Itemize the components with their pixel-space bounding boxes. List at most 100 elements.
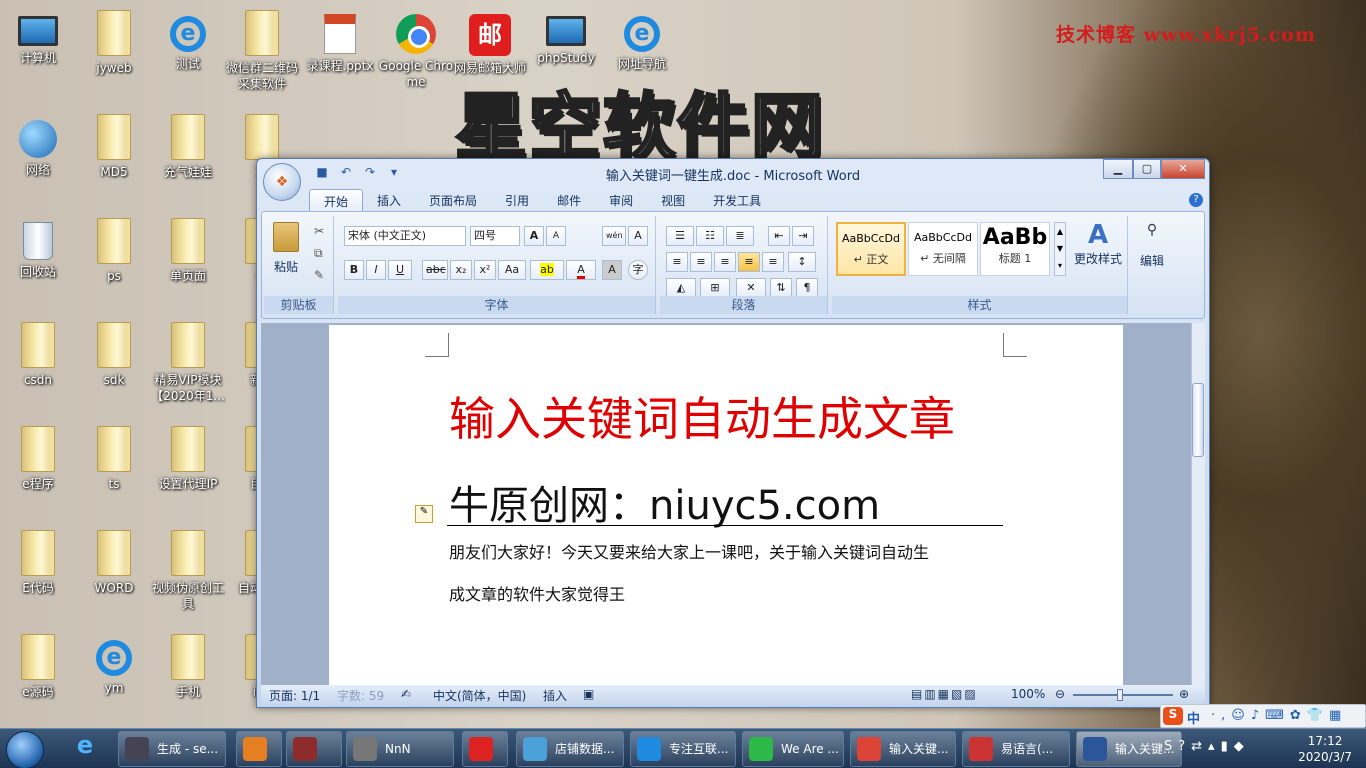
numbering-button[interactable]: ☷ [696, 226, 724, 246]
char-shading-button[interactable]: A [602, 260, 622, 280]
tab-home[interactable]: 开始 [309, 189, 364, 213]
underline-button[interactable]: U [388, 260, 412, 280]
sort-button[interactable]: ⇅ [770, 278, 792, 298]
shrink-font-button[interactable]: A [546, 226, 566, 246]
taskbar-item[interactable]: We Are ... [742, 731, 844, 767]
clock[interactable]: 17:12 2020/3/7 [1298, 733, 1352, 765]
document-page[interactable]: 输入关键词自动生成文章 ✎ 牛原创网：niuyc5.com 朋友们大家好！今天又… [329, 325, 1123, 685]
maximize-button[interactable]: ▢ [1133, 159, 1161, 179]
taskbar-item[interactable] [286, 731, 342, 767]
grow-font-button[interactable]: A [524, 226, 544, 246]
zoom-slider[interactable] [1073, 694, 1173, 696]
editing-button[interactable]: ⚲ 编辑 [1136, 222, 1168, 269]
char-border-button[interactable]: A [628, 226, 648, 246]
desktop-icon[interactable]: 设置代理IP [150, 420, 226, 520]
desktop-icon[interactable]: e ym [76, 628, 152, 720]
desktop-icon[interactable]: csdn [0, 316, 76, 416]
start-button[interactable] [6, 731, 44, 768]
tab-references[interactable]: 引用 [491, 189, 543, 213]
distributed-button[interactable]: ≡ [762, 252, 784, 272]
zoom-out-button[interactable]: ⊖ [1055, 687, 1065, 701]
taskbar-item[interactable] [236, 731, 282, 767]
desktop-icon[interactable]: E代码 [0, 524, 76, 624]
align-center-button[interactable]: ≡ [690, 252, 712, 272]
desktop-icon[interactable]: 邮网易邮箱大师 [452, 4, 528, 104]
tab-view[interactable]: 视图 [647, 189, 699, 213]
tab-developer[interactable]: 开发工具 [699, 189, 775, 213]
desktop-icon[interactable]: 充气娃娃 [150, 108, 226, 208]
desktop-icon[interactable]: e程序 [0, 420, 76, 520]
change-styles-button[interactable]: A 更改样式 [1070, 220, 1126, 284]
desktop-icon[interactable]: phpStudy [528, 4, 604, 104]
shading-button[interactable]: ◭ [666, 278, 696, 298]
chinese-layout-button[interactable]: ✕ [736, 278, 766, 298]
tray-icons[interactable]: S?⇄▴▮◆ [1164, 739, 1250, 754]
change-case-button[interactable]: Aa [498, 260, 526, 280]
tab-insert[interactable]: 插入 [363, 189, 415, 213]
document-subheading[interactable]: 牛原创网：niuyc5.com [449, 473, 880, 531]
font-name-select[interactable]: 宋体 (中文正文) [344, 226, 466, 246]
view-buttons[interactable]: ▤▥▦▧▨ [911, 687, 978, 701]
desktop-icon[interactable]: ts [76, 420, 152, 520]
style-no-spacing[interactable]: AaBbCcDd ↵ 无间隔 [908, 222, 978, 276]
taskbar-item[interactable]: 生成 - se... [118, 731, 226, 767]
desktop-icon[interactable]: jyweb [76, 4, 152, 104]
align-left-button[interactable]: ≡ [666, 252, 688, 272]
taskbar-item[interactable]: 易语言(... [962, 731, 1070, 767]
desktop-icon[interactable]: WORD [76, 524, 152, 624]
borders-button[interactable]: ⊞ [700, 278, 730, 298]
language-indicator[interactable]: 中文(简体，中国) [433, 687, 526, 704]
desktop-icon[interactable]: 计算机 [0, 4, 76, 104]
office-button[interactable]: ❖ [263, 163, 301, 201]
taskbar-item[interactable]: 输入关键... [850, 731, 956, 767]
phonetic-guide-button[interactable]: wén [602, 226, 626, 246]
desktop-icon[interactable]: 视频伪原创工具 [150, 524, 226, 624]
smart-tag-icon[interactable]: ✎ [415, 505, 433, 523]
zoom-level[interactable]: 100% [1011, 687, 1045, 701]
macro-icon[interactable]: ▣ [583, 687, 594, 701]
style-normal[interactable]: AaBbCcDd ↵ 正文 [836, 222, 906, 276]
desktop-icon[interactable]: 精易VIP模块【2020年1... [150, 316, 226, 416]
format-painter-icon[interactable]: ✎ [314, 268, 324, 282]
highlight-button[interactable]: ab [530, 260, 564, 280]
taskbar-item[interactable] [462, 731, 508, 767]
style-heading-1[interactable]: AaBb 标题 1 [980, 222, 1050, 276]
zoom-slider-thumb[interactable] [1117, 689, 1123, 701]
ime-mode[interactable]: 中 [1187, 708, 1200, 727]
page-count[interactable]: 页面: 1/1 [269, 687, 320, 704]
multilevel-list-button[interactable]: ≣ [726, 226, 754, 246]
desktop-icon[interactable]: 回收站 [0, 212, 76, 312]
ie-taskbar-icon[interactable]: e [60, 731, 110, 767]
tab-review[interactable]: 审阅 [595, 189, 647, 213]
desktop-icon[interactable]: 录课程.pptx [302, 4, 378, 104]
insert-mode[interactable]: 插入 [543, 687, 567, 704]
desktop-icon[interactable]: Google Chrome [378, 4, 454, 104]
minimize-button[interactable]: ▁ [1103, 159, 1133, 179]
vertical-scrollbar[interactable] [1191, 323, 1205, 685]
zoom-in-button[interactable]: ⊕ [1179, 687, 1189, 701]
taskbar-item[interactable]: 店铺数据... [516, 731, 624, 767]
proofing-icon[interactable]: ✍ [401, 687, 411, 701]
justify-button[interactable]: ≡ [738, 252, 760, 272]
bullets-button[interactable]: ☰ [666, 226, 694, 246]
desktop-icon[interactable]: 微信群二维码采集软件 [224, 4, 300, 104]
desktop-icon[interactable]: 单页面 [150, 212, 226, 312]
close-button[interactable]: ✕ [1161, 159, 1205, 179]
ime-tools-icons[interactable]: ·,☺♪⌨✿👕▦ [1211, 708, 1347, 723]
taskbar-item[interactable]: 专注互联... [630, 731, 736, 767]
superscript-button[interactable]: x² [474, 260, 496, 280]
taskbar-item[interactable]: NnN [346, 731, 454, 767]
desktop-icon[interactable]: sdk [76, 316, 152, 416]
strikethrough-button[interactable]: abc [422, 260, 448, 280]
italic-button[interactable]: I [366, 260, 386, 280]
font-color-button[interactable]: A [566, 260, 596, 280]
desktop-icon[interactable]: e 测试 [150, 4, 226, 104]
styles-scroll[interactable]: ▲ ▼ ▾ [1054, 222, 1066, 276]
desktop-icon[interactable]: e源码 [0, 628, 76, 720]
scroll-thumb[interactable] [1192, 383, 1204, 457]
desktop-icon[interactable]: 手机 [150, 628, 226, 720]
tab-page-layout[interactable]: 页面布局 [415, 189, 491, 213]
cut-icon[interactable]: ✂ [314, 224, 324, 238]
subscript-button[interactable]: x₂ [450, 260, 472, 280]
document-paragraph-line-1[interactable]: 朋友们大家好！今天又要来给大家上一课吧，关于输入关键词自动生 [449, 539, 929, 563]
